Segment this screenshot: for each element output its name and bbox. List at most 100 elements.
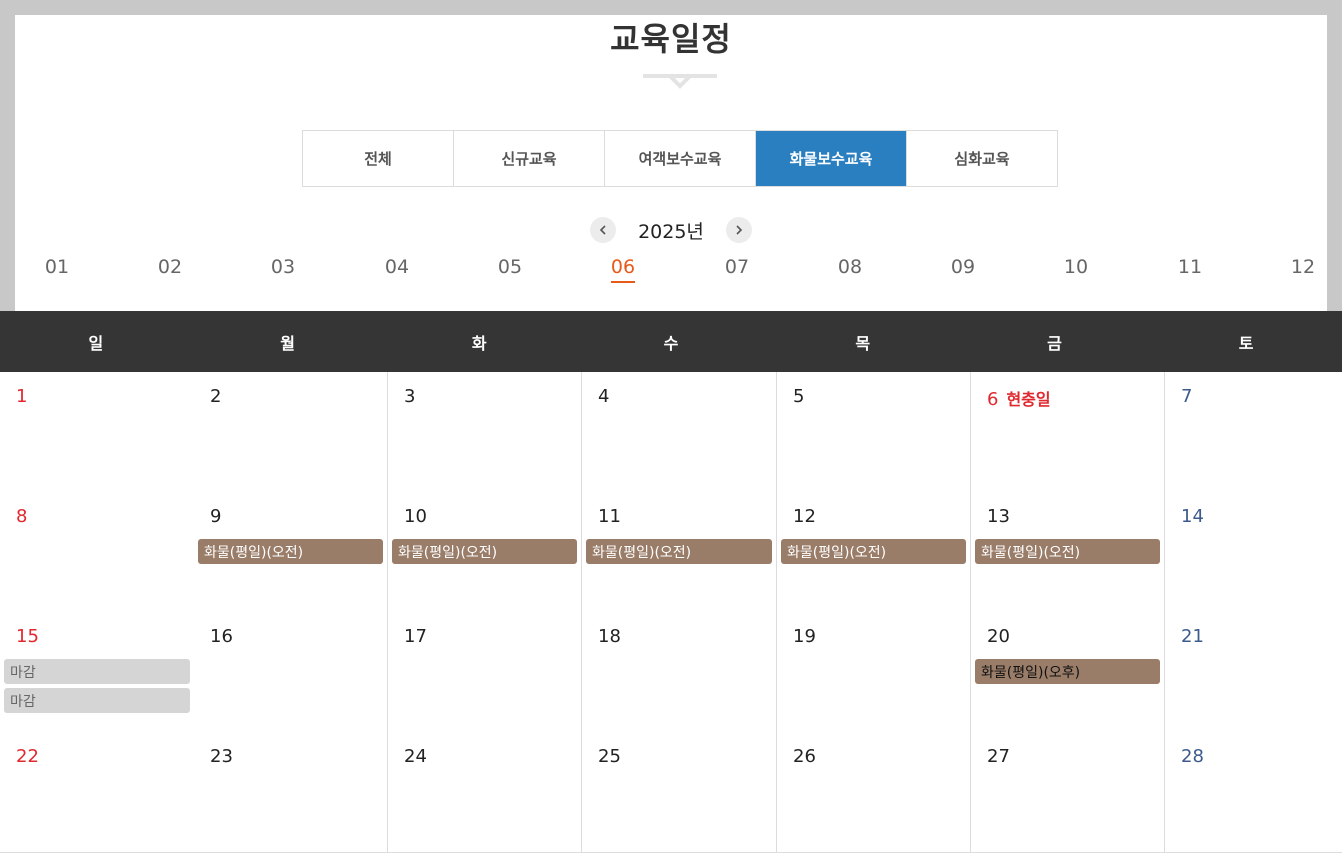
- month-10[interactable]: 10: [1046, 254, 1106, 280]
- next-year-button[interactable]: [725, 217, 752, 243]
- calendar-day-cell[interactable]: 5: [777, 372, 971, 492]
- day-number-text: 15: [16, 626, 39, 647]
- month-11[interactable]: 11: [1160, 254, 1220, 280]
- weekday-header: 일월화수목금토: [0, 311, 1342, 372]
- day-number: 26: [793, 746, 816, 767]
- calendar-day-cell[interactable]: 17: [388, 612, 582, 732]
- closed-event-badge[interactable]: 마감: [4, 688, 190, 713]
- day-number-text: 1: [16, 386, 28, 407]
- calendar-day-cell[interactable]: 11 화물(평일)(오전): [582, 492, 777, 612]
- course-event-badge[interactable]: 화물(평일)(오전): [975, 539, 1160, 564]
- day-number: 5: [793, 386, 804, 407]
- calendar-week-row: 22 23 24 25 26 27 28: [0, 732, 1342, 853]
- calendar-day-cell[interactable]: 16: [194, 612, 388, 732]
- course-event-badge[interactable]: 화물(평일)(오전): [781, 539, 966, 564]
- closed-event-badge[interactable]: 마감: [4, 659, 190, 684]
- weekday-label: 토: [1238, 333, 1254, 353]
- day-number: 18: [598, 626, 621, 647]
- day-number: 22: [16, 746, 39, 767]
- course-event-badge[interactable]: 화물(평일)(오전): [586, 539, 772, 564]
- calendar-day-cell[interactable]: 19: [777, 612, 971, 732]
- month-06[interactable]: 06: [593, 254, 653, 283]
- day-number: 3: [404, 386, 415, 407]
- calendar-day-cell[interactable]: 10 화물(평일)(오전): [388, 492, 582, 612]
- month-05[interactable]: 05: [480, 254, 540, 280]
- day-number-text: 14: [1181, 506, 1204, 527]
- course-event-badge[interactable]: 화물(평일)(오전): [198, 539, 383, 564]
- day-number: 28: [1181, 746, 1204, 767]
- weekday-label: 일: [88, 333, 104, 353]
- day-number-text: 10: [404, 506, 427, 527]
- month-selector: 01 02 03 04 05 06 07 08 09 10 11 12: [0, 254, 1342, 284]
- calendar-week-row: 8 9 화물(평일)(오전) 10 화물(평일)(오전) 11 화물(평일)(오전) 12 화물…: [0, 492, 1342, 613]
- calendar-day-cell[interactable]: 8: [0, 492, 195, 612]
- weekday-label: 목: [855, 333, 871, 353]
- day-number-text: 2: [210, 386, 222, 407]
- course-tabs: 전체 신규교육 여객보수교육 화물보수교육 심화교육: [302, 130, 1058, 187]
- calendar-day-cell[interactable]: 4: [582, 372, 777, 492]
- calendar-day-cell[interactable]: 22: [0, 732, 195, 852]
- day-number-text: 25: [598, 746, 621, 767]
- day-number-text: 3: [404, 386, 416, 407]
- month-01[interactable]: 01: [27, 254, 87, 280]
- month-12[interactable]: 12: [1273, 254, 1333, 280]
- calendar-day-cell[interactable]: 18: [582, 612, 777, 732]
- calendar-day-cell[interactable]: 7: [1165, 372, 1342, 492]
- calendar-day-cell[interactable]: 2: [194, 372, 388, 492]
- day-number-text: 17: [404, 626, 427, 647]
- calendar-week-row: 1 2 3 4 5 6 현충일 7: [0, 372, 1342, 493]
- month-03[interactable]: 03: [253, 254, 313, 280]
- day-number-text: 26: [793, 746, 816, 767]
- day-number: 12: [793, 506, 816, 527]
- tab-passenger-refresher[interactable]: 여객보수교육: [605, 131, 756, 186]
- calendar-day-cell[interactable]: 27: [971, 732, 1165, 852]
- day-number-text: 7: [1181, 386, 1193, 407]
- calendar-day-cell[interactable]: 21: [1165, 612, 1342, 732]
- weekday-label: 수: [663, 333, 679, 353]
- day-number: 1: [16, 386, 27, 407]
- calendar-day-cell[interactable]: 3: [388, 372, 582, 492]
- holiday-label: 현충일: [1006, 390, 1051, 409]
- day-number: 13: [987, 506, 1010, 527]
- month-02[interactable]: 02: [140, 254, 200, 280]
- day-number-text: 11: [598, 506, 621, 527]
- calendar-day-cell[interactable]: 15 마감 마감: [0, 612, 195, 732]
- month-09[interactable]: 09: [933, 254, 993, 280]
- prev-year-button[interactable]: [590, 217, 617, 243]
- course-event-badge[interactable]: 화물(평일)(오전): [392, 539, 577, 564]
- day-number-text: 27: [987, 746, 1010, 767]
- year-label: 2025년: [638, 220, 704, 243]
- day-number: 24: [404, 746, 427, 767]
- calendar-day-cell[interactable]: 24: [388, 732, 582, 852]
- calendar-day-cell[interactable]: 9 화물(평일)(오전): [194, 492, 388, 612]
- day-number-text: 18: [598, 626, 621, 647]
- month-07[interactable]: 07: [707, 254, 767, 280]
- tab-cargo-refresher[interactable]: 화물보수교육: [756, 131, 907, 186]
- weekday-label: 화: [471, 333, 487, 353]
- calendar-day-cell[interactable]: 26: [777, 732, 971, 852]
- day-number: 15: [16, 626, 39, 647]
- tab-new-course[interactable]: 신규교육: [454, 131, 605, 186]
- day-number: 14: [1181, 506, 1204, 527]
- day-number: 2: [210, 386, 221, 407]
- day-number: 23: [210, 746, 233, 767]
- calendar-day-cell[interactable]: 20 화물(평일)(오후): [971, 612, 1165, 732]
- day-number-text: 13: [987, 506, 1010, 527]
- year-navigator: 2025년: [0, 216, 1342, 244]
- course-event-badge[interactable]: 화물(평일)(오후): [975, 659, 1160, 684]
- month-04[interactable]: 04: [367, 254, 427, 280]
- day-number-text: 24: [404, 746, 427, 767]
- calendar-day-cell[interactable]: 28: [1165, 732, 1342, 852]
- calendar-day-cell[interactable]: 13 화물(평일)(오전): [971, 492, 1165, 612]
- calendar-day-cell[interactable]: 1: [0, 372, 195, 492]
- month-08[interactable]: 08: [820, 254, 880, 280]
- tab-advanced-course[interactable]: 심화교육: [907, 131, 1057, 186]
- calendar-day-cell[interactable]: 14: [1165, 492, 1342, 612]
- tab-all[interactable]: 전체: [303, 131, 454, 186]
- calendar-day-cell[interactable]: 6 현충일: [971, 372, 1165, 492]
- calendar-day-cell[interactable]: 23: [194, 732, 388, 852]
- calendar-day-cell[interactable]: 12 화물(평일)(오전): [777, 492, 971, 612]
- chevron-left-icon: [599, 225, 606, 235]
- calendar-day-cell[interactable]: 25: [582, 732, 777, 852]
- day-number-text: 12: [793, 506, 816, 527]
